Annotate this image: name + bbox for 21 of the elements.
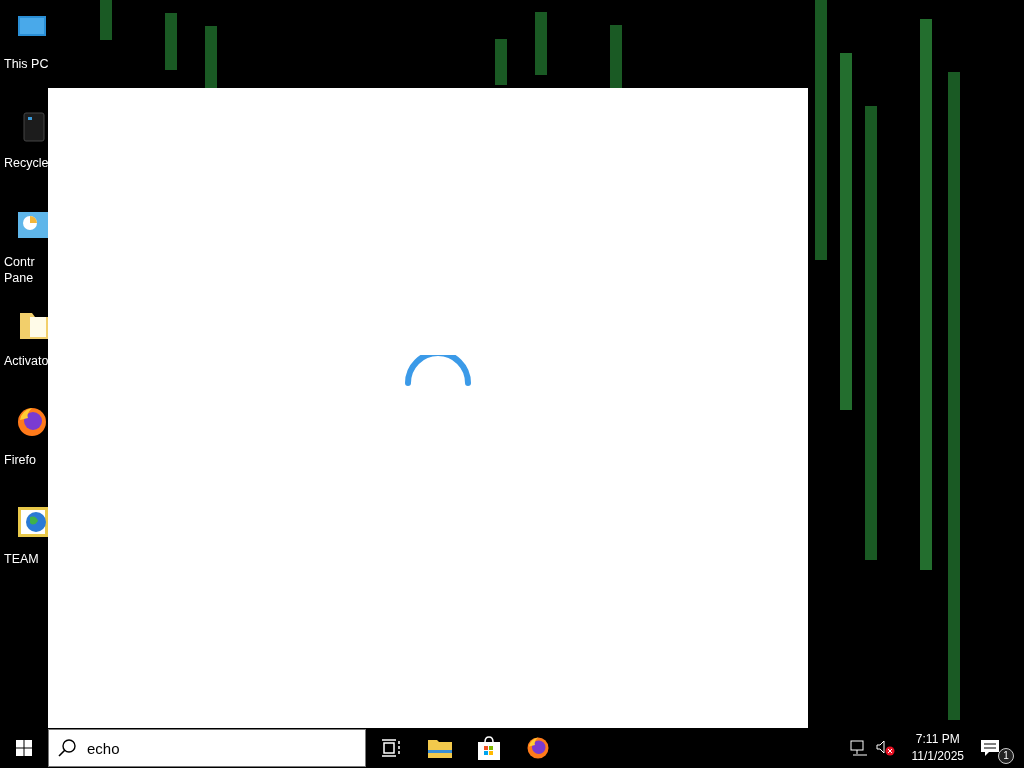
desktop-icon-label[interactable]: This PC	[0, 56, 49, 72]
clock-time: 7:11 PM	[915, 731, 960, 748]
store-bag-icon[interactable]	[476, 736, 501, 760]
notification-count: 1	[998, 748, 1014, 764]
notification-icon[interactable]	[980, 739, 1000, 757]
desktop-icon-label[interactable]: TEAM	[0, 551, 39, 567]
search-field[interactable]: echo	[48, 729, 366, 767]
folder-icon[interactable]	[427, 738, 452, 758]
windows-logo-icon[interactable]	[16, 740, 32, 756]
firefox-icon[interactable]	[525, 736, 550, 760]
desktop-icon-label[interactable]: Contr Pane	[0, 254, 35, 286]
globe-icon[interactable]	[16, 505, 48, 539]
desktop-icon-label[interactable]: Recycle	[0, 155, 49, 171]
clock[interactable]: 7:11 PM 11/1/2025	[911, 731, 964, 765]
clock-date: 11/1/2025	[911, 748, 964, 765]
volume-muted-icon[interactable]	[875, 740, 896, 756]
task-view-icon[interactable]	[380, 739, 401, 757]
network-icon[interactable]	[849, 740, 868, 756]
desktop-icon-label[interactable]: Activato	[0, 353, 49, 369]
search-icon	[57, 738, 77, 758]
desktop-icon-label[interactable]: Firefo	[0, 452, 36, 468]
